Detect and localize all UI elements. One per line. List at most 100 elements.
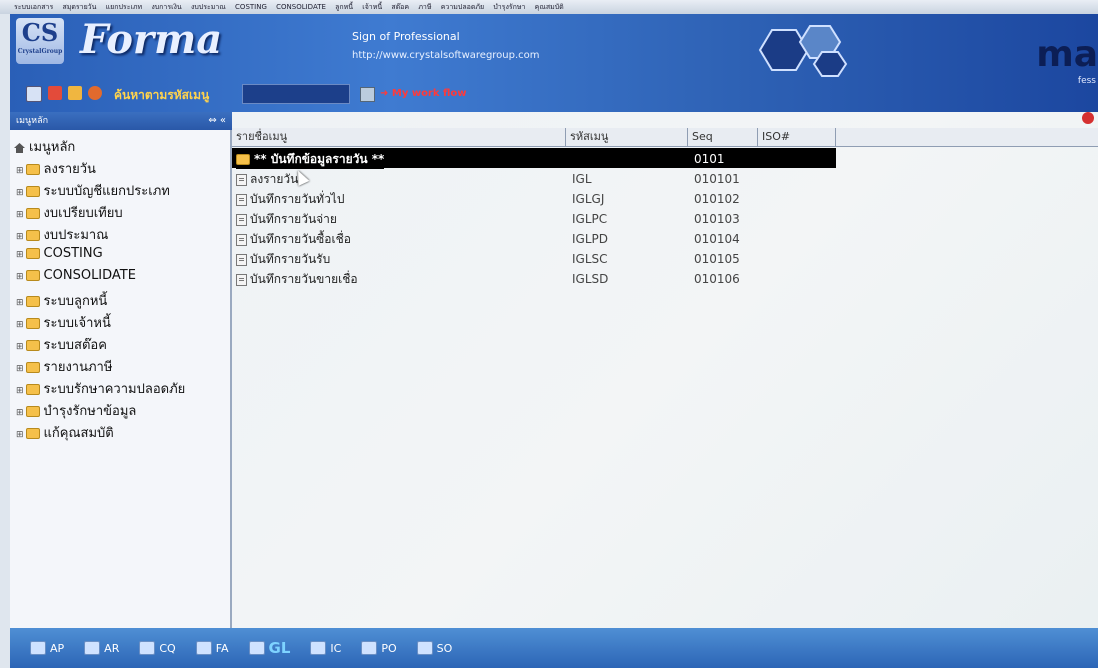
menu-item-properties[interactable]: คุณสมบัติ — [535, 3, 564, 11]
tree-item[interactable]: ⊞ รายงานภาษี — [16, 356, 112, 377]
tree-item[interactable]: ⊞ บำรุงรักษาข้อมูล — [16, 400, 136, 421]
tree-item[interactable]: ⊞ ระบบลูกหนี้ — [16, 290, 107, 311]
tree-item-label: งบเปรียบเทียบ — [43, 206, 123, 221]
tree-item[interactable]: ⊞ แก้คุณสมบัติ — [16, 422, 114, 443]
row-name-text: บันทึกรายวันจ่าย — [250, 212, 337, 226]
expand-icon[interactable]: ⊞ — [16, 210, 24, 220]
tree-item-label: ระบบเจ้าหนี้ — [43, 316, 111, 331]
home-icon[interactable] — [68, 86, 82, 100]
col-iso[interactable]: ISO# — [758, 128, 836, 146]
menu-item-costing[interactable]: COSTING — [235, 3, 267, 11]
table-row[interactable]: บันทึกรายวันจ่าย IGLPC 010103 — [232, 208, 1098, 228]
module-po-button[interactable]: PO — [361, 641, 397, 655]
tree-item[interactable]: ⊞ งบประมาณ — [16, 224, 108, 245]
tree-item[interactable]: ⊞ CONSOLIDATE — [16, 268, 136, 283]
table-row[interactable]: บันทึกรายวันรับ IGLSC 010105 — [232, 248, 1098, 268]
menu-item-security[interactable]: ความปลอดภัย — [441, 3, 484, 11]
tree-item-label: ระบบลูกหนี้ — [43, 294, 108, 309]
expand-icon[interactable]: ⊞ — [16, 364, 24, 374]
folder-icon — [25, 296, 40, 307]
module-label: SO — [436, 641, 453, 655]
row-name: บันทึกรายวันซื้อเชื่อ — [236, 230, 351, 249]
edit-document-icon — [236, 233, 247, 246]
tree-item[interactable]: ⊞ งบเปรียบเทียบ — [16, 202, 123, 223]
row-name: ลงรายวัน — [236, 170, 298, 189]
hexagon-graphic-icon — [758, 25, 848, 77]
tree-item-label: ระบบบัญชีแยกประเภท — [43, 184, 170, 199]
my-work-flow-label: My work flow — [391, 88, 467, 99]
folder-icon — [25, 406, 40, 417]
tree-item-label: ระบบรักษาความปลอดภัย — [43, 382, 186, 397]
tree-item[interactable]: ⊞ ระบบรักษาความปลอดภัย — [16, 378, 185, 399]
row-name: ** บันทึกข้อมูลรายวัน ** — [236, 150, 385, 169]
right-logo-fragment: ma — [1036, 34, 1098, 75]
module-taskbar: AP AR CQ FA GL IC PO SO — [10, 628, 1098, 668]
folder-icon — [25, 384, 40, 395]
expand-icon[interactable]: ⊞ — [16, 430, 24, 440]
expand-icon[interactable]: ⊞ — [16, 250, 24, 260]
folder-icon — [25, 248, 40, 259]
collapse-panel-icon[interactable]: ⇔ « — [208, 112, 226, 130]
module-so-button[interactable]: SO — [416, 641, 453, 655]
logout-icon[interactable] — [1082, 112, 1094, 124]
menu-item-tax[interactable]: ภาษี — [418, 3, 431, 11]
website-url[interactable]: http://www.crystalsoftwaregroup.com — [352, 50, 540, 61]
module-cq-button[interactable]: CQ — [139, 641, 176, 655]
menu-item-consolidate[interactable]: CONSOLIDATE — [276, 3, 326, 11]
table-row[interactable]: บันทึกรายวันซื้อเชื่อ IGLPD 010104 — [232, 228, 1098, 248]
menu-item-ap[interactable]: เจ้าหนี้ — [362, 3, 382, 11]
menu-item-ledger[interactable]: แยกประเภท — [106, 3, 142, 11]
tree-item[interactable]: ⊞ COSTING — [16, 246, 103, 261]
menu-code-search-input[interactable] — [242, 84, 350, 104]
tree-root[interactable]: เมนูหลัก — [14, 136, 75, 157]
tree-item[interactable]: ⊞ ระบบเจ้าหนี้ — [16, 312, 111, 333]
expand-icon[interactable]: ⊞ — [16, 386, 24, 396]
folder-icon — [25, 164, 40, 175]
po-module-icon — [361, 641, 378, 655]
menu-item-stock[interactable]: สต๊อค — [391, 3, 409, 11]
menu-item-budget[interactable]: งบประมาณ — [191, 3, 226, 11]
tree-item[interactable]: ⊞ ระบบบัญชีแยกประเภท — [16, 180, 170, 201]
menu-item-ar[interactable]: ลูกหนี้ — [335, 3, 353, 11]
folder-icon — [25, 318, 40, 329]
expand-icon[interactable]: ⊞ — [16, 166, 24, 176]
expand-icon[interactable]: ⊞ — [16, 232, 24, 242]
tree-item[interactable]: ⊞ ลงรายวัน — [16, 158, 96, 179]
folder-icon — [236, 154, 250, 165]
grid-header: รายชื่อเมนู รหัสเมนู Seq ISO# — [232, 128, 1098, 147]
row-seq: 010104 — [694, 232, 740, 246]
my-work-flow-link[interactable]: ➜ My work flow — [380, 88, 467, 99]
table-row[interactable]: บันทึกรายวันขายเชื่อ IGLSD 010106 — [232, 268, 1098, 288]
col-seq[interactable]: Seq — [688, 128, 758, 146]
module-ar-button[interactable]: AR — [84, 641, 119, 655]
expand-icon[interactable]: ⊞ — [16, 272, 24, 282]
expand-icon[interactable]: ⊞ — [16, 298, 24, 308]
menu-item-financial[interactable]: งบการเงิน — [151, 3, 181, 11]
col-menu-name[interactable]: รายชื่อเมนู — [232, 128, 566, 146]
report-icon[interactable] — [48, 86, 62, 100]
tree-item-label: COSTING — [43, 246, 103, 261]
expand-icon[interactable]: ⊞ — [16, 342, 24, 352]
tree-item[interactable]: ⊞ ระบบสต๊อค — [16, 334, 107, 355]
expand-icon[interactable]: ⊞ — [16, 320, 24, 330]
table-row[interactable]: บันทึกรายวันทั่วไป IGLGJ 010102 — [232, 188, 1098, 208]
module-ap-button[interactable]: AP — [30, 641, 64, 655]
module-ic-button[interactable]: IC — [310, 641, 341, 655]
user-icon[interactable] — [88, 86, 102, 100]
module-fa-button[interactable]: FA — [195, 641, 229, 655]
menu-item-maintenance[interactable]: บำรุงรักษา — [493, 3, 525, 11]
expand-icon[interactable]: ⊞ — [16, 408, 24, 418]
expand-icon[interactable]: ⊞ — [16, 188, 24, 198]
menu-item-journal[interactable]: สมุดรายวัน — [62, 3, 96, 11]
folder-icon — [25, 340, 40, 351]
row-seq: 0101 — [694, 152, 725, 166]
module-label: IC — [330, 641, 342, 655]
module-gl-button[interactable]: GL — [248, 639, 290, 657]
menu-item-docs[interactable]: ระบบเอกสาร — [14, 3, 53, 11]
table-row[interactable]: ลงรายวัน IGL 010101 — [232, 168, 1098, 188]
search-go-icon[interactable] — [360, 87, 375, 102]
grid-icon[interactable] — [26, 86, 42, 102]
row-seq: 010103 — [694, 212, 740, 226]
col-menu-code[interactable]: รหัสเมนู — [566, 128, 688, 146]
table-row[interactable]: ** บันทึกข้อมูลรายวัน ** 0101 — [232, 148, 1098, 169]
